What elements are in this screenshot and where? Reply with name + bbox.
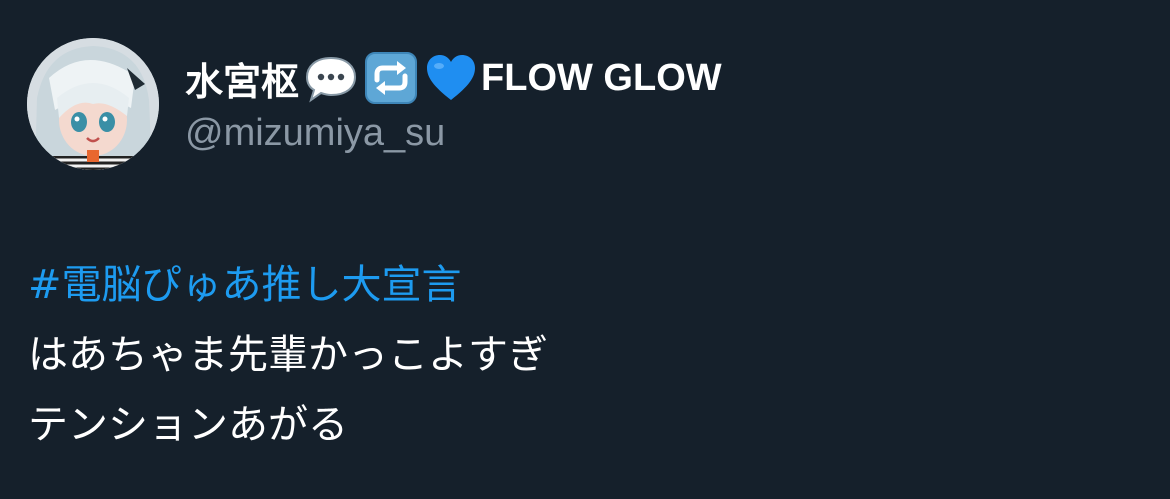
hashtag-link[interactable]: #電脳ぴゅあ推し大宣言 [28,262,462,308]
tweet-card: 水宮枢 FLOW GLOW @mizumiya_su #電脳ぴゅあ推し大宣言 は… [0,0,1170,499]
repeat-arrows-icon [363,50,419,106]
blue-heart-icon [423,50,479,106]
tweet-line-1: はあちゃま先輩かっこよすぎ [28,332,548,378]
tweet-text: #電脳ぴゅあ推し大宣言 はあちゃま先輩かっこよすぎ テンションあがる [28,250,548,460]
display-name: 水宮枢 [185,59,300,104]
speech-balloon-icon [303,50,359,106]
display-name-suffix: FLOW GLOW [481,56,722,99]
avatar-illustration [27,38,159,170]
display-name-row[interactable]: 水宮枢 FLOW GLOW [185,50,722,106]
author-names: 水宮枢 FLOW GLOW @mizumiya_su [185,50,722,155]
tweet-line-2: テンションあがる [28,402,348,448]
username-handle[interactable]: @mizumiya_su [185,112,722,155]
avatar[interactable] [27,38,159,170]
